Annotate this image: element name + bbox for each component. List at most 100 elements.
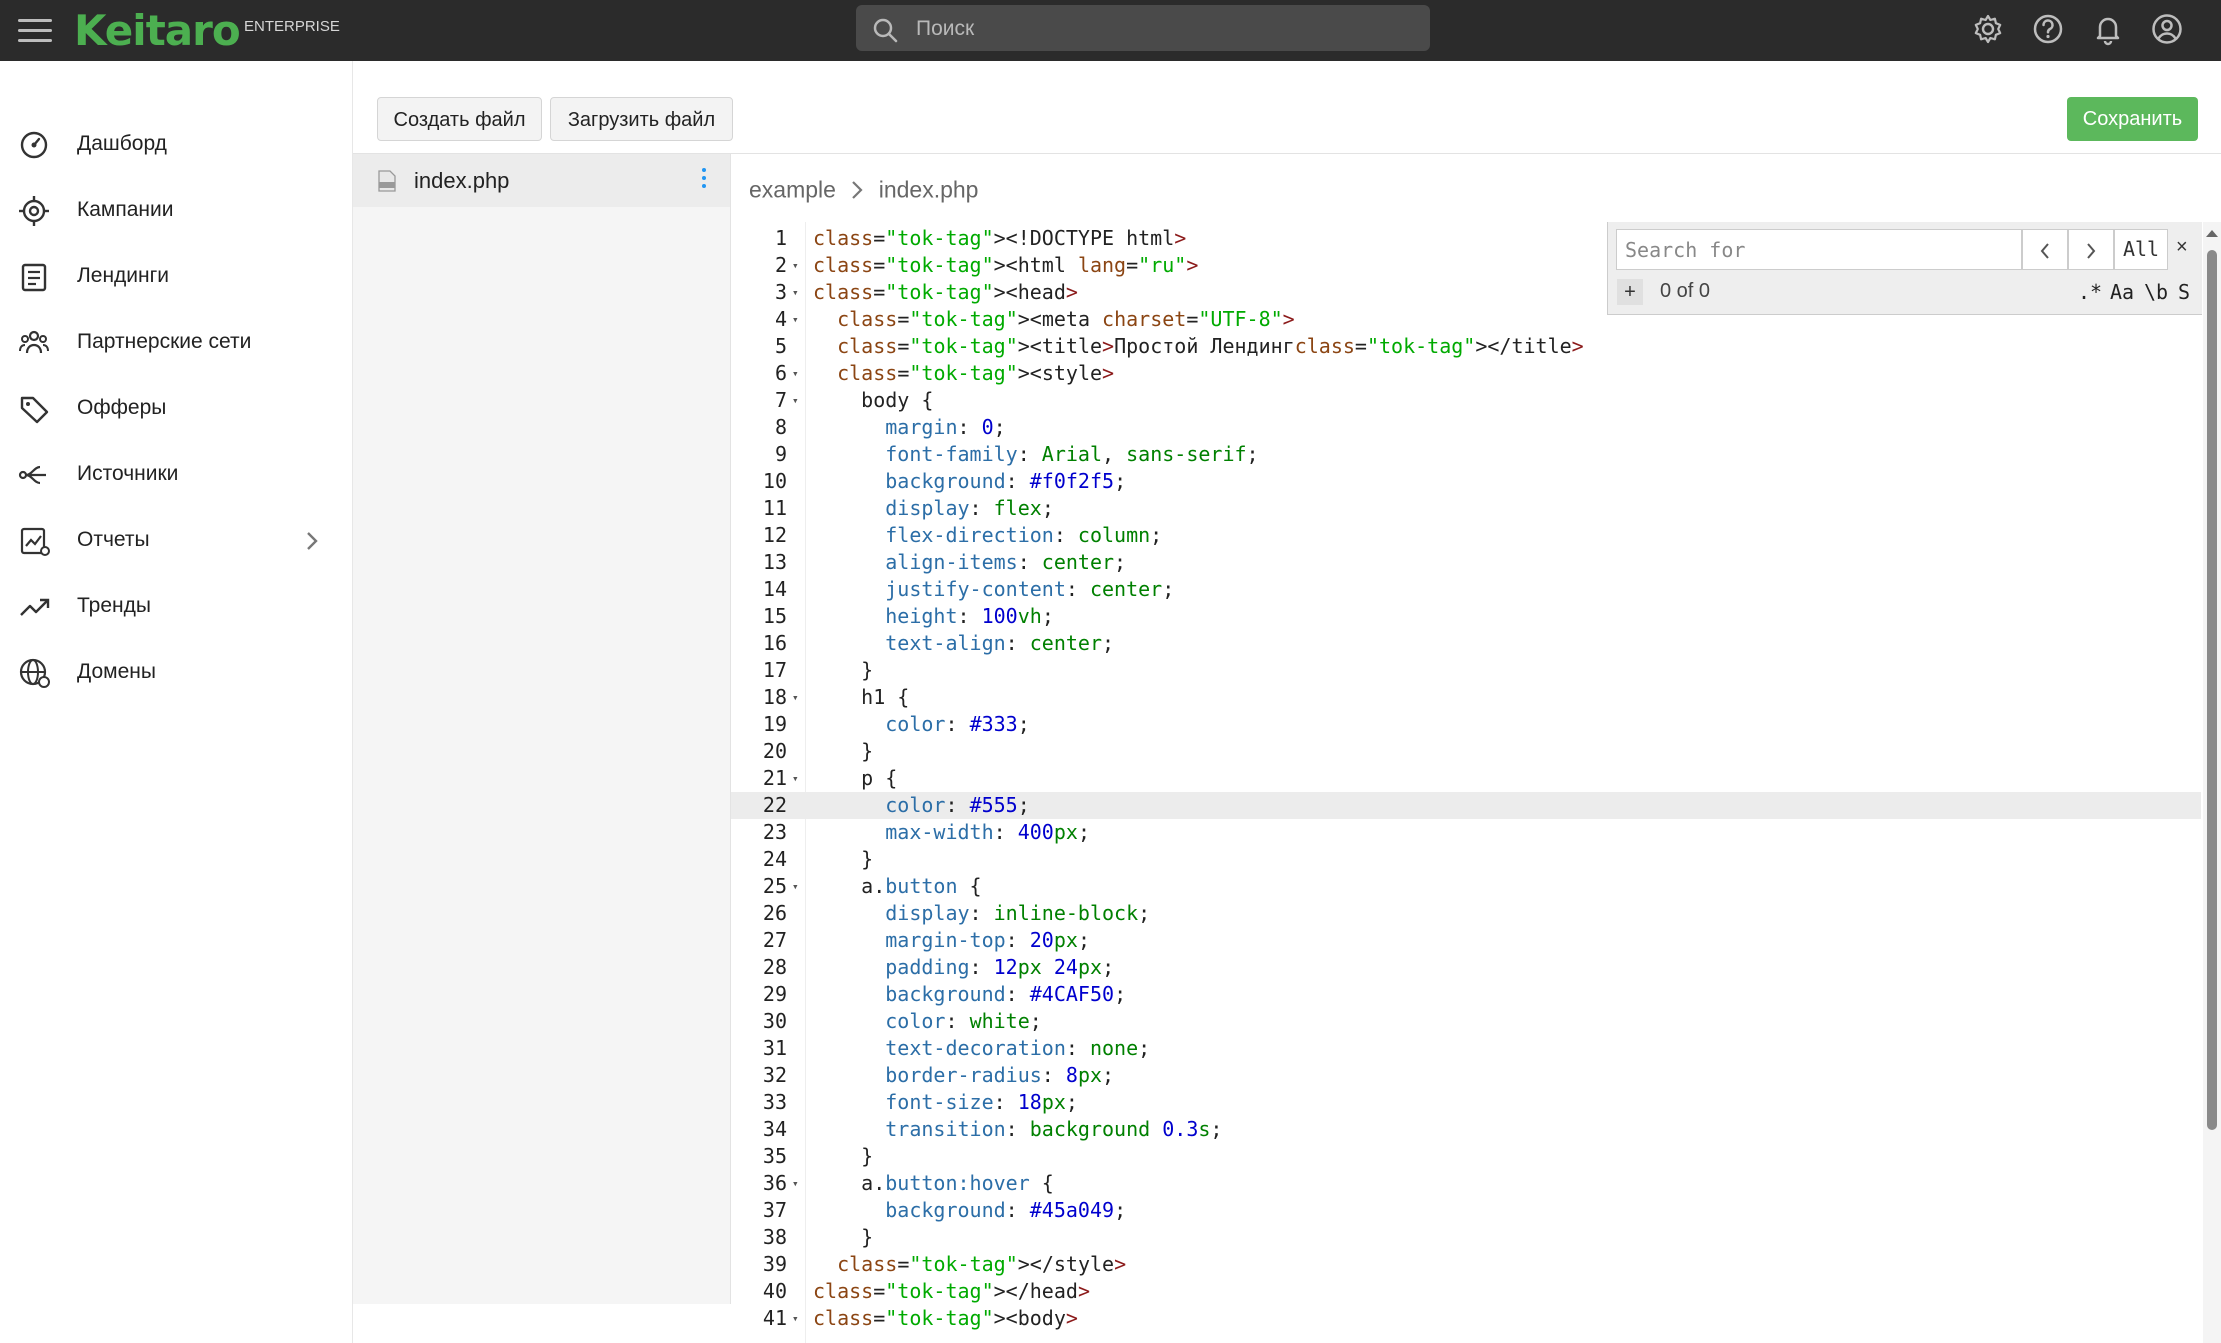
code-text: border-radius: 8px; — [885, 1063, 1115, 1087]
source-icon — [18, 465, 46, 485]
sidebar-item-trends[interactable]: Тренды — [0, 577, 352, 637]
fold-arrow-icon[interactable]: ▾ — [792, 360, 799, 387]
editor-scrollbar[interactable] — [2203, 222, 2221, 1343]
code-line[interactable]: 24 } — [731, 846, 2201, 873]
fold-arrow-icon[interactable]: ▾ — [792, 252, 799, 279]
sidebar-item-reports[interactable]: Отчеты — [0, 511, 352, 571]
code-line[interactable]: 31 text-decoration: none; — [731, 1035, 2201, 1062]
line-number: 19 — [762, 712, 787, 736]
sidebar-item-partner-networks[interactable]: Партнерские сети — [0, 313, 352, 373]
code-line[interactable]: 37 background: #45a049; — [731, 1197, 2201, 1224]
file-item[interactable]: index.php — [353, 154, 730, 207]
code-line[interactable]: 28 padding: 12px 24px; — [731, 954, 2201, 981]
fold-arrow-icon[interactable]: ▾ — [792, 387, 799, 414]
more-vert-icon[interactable] — [699, 168, 709, 192]
global-search-input[interactable]: Поиск — [856, 5, 1430, 51]
settings-icon[interactable] — [1971, 12, 2005, 46]
code-line[interactable]: 27 margin-top: 20px; — [731, 927, 2201, 954]
fold-arrow-icon[interactable]: ▾ — [792, 873, 799, 900]
scroll-up-arrow[interactable] — [2206, 230, 2218, 237]
fold-arrow-icon[interactable]: ▾ — [792, 306, 799, 333]
code-line[interactable]: 41 ▾ class="tok-tag"><body> — [731, 1305, 2201, 1332]
code-line[interactable]: 9 font-family: Arial, sans-serif; — [731, 441, 2201, 468]
line-number: 24 — [762, 847, 787, 871]
code-line[interactable]: 8 margin: 0; — [731, 414, 2201, 441]
code-line[interactable]: 36 ▾ a.button:hover { — [731, 1170, 2201, 1197]
sidebar-item-domains[interactable]: Домены — [0, 643, 352, 703]
replace-toggle-button[interactable]: + — [1617, 279, 1643, 305]
target-icon — [19, 196, 49, 226]
find-prev-button[interactable] — [2022, 229, 2068, 270]
find-next-button[interactable] — [2068, 229, 2114, 270]
code-line[interactable]: 19 color: #333; — [731, 711, 2201, 738]
case-sensitive-toggle[interactable]: Aa — [2110, 280, 2134, 304]
help-icon[interactable] — [2031, 12, 2065, 46]
code-text: } — [813, 739, 874, 763]
whole-word-toggle[interactable]: \b — [2144, 280, 2168, 304]
code-line[interactable]: 39 class="tok-tag"></style> — [731, 1251, 2201, 1278]
fold-arrow-icon[interactable]: ▾ — [792, 1305, 799, 1332]
code-text: a.button { — [813, 874, 982, 898]
code-line[interactable]: 14 justify-content: center; — [731, 576, 2201, 603]
code-editor[interactable]: 1 class="tok-tag"><!DOCTYPE html> 2 ▾ class=… — [731, 222, 2201, 1343]
code-line[interactable]: 6 ▾ class="tok-tag"><style> — [731, 360, 2201, 387]
code-line[interactable]: 22 color: #555; — [731, 792, 2201, 819]
sidebar-item-sources[interactable]: Источники — [0, 445, 352, 505]
code-line[interactable]: 25 ▾ a.button { — [731, 873, 2201, 900]
upload-file-button[interactable]: Загрузить файл — [550, 97, 733, 141]
scroll-thumb[interactable] — [2207, 250, 2217, 1130]
code-line[interactable]: 40 class="tok-tag"></head> — [731, 1278, 2201, 1305]
code-line[interactable]: 34 transition: background 0.3s; — [731, 1116, 2201, 1143]
find-input[interactable]: Search for — [1616, 229, 2022, 270]
line-number: 26 — [762, 901, 787, 925]
code-line[interactable]: 11 display: flex; — [731, 495, 2201, 522]
code-line[interactable]: 35 } — [731, 1143, 2201, 1170]
code-line[interactable]: 26 display: inline-block; — [731, 900, 2201, 927]
search-in-selection-toggle[interactable]: S — [2178, 280, 2190, 304]
code-line[interactable]: 5 class="tok-tag"><title>Простой Лендинг… — [731, 333, 2201, 360]
fold-arrow-icon[interactable]: ▾ — [792, 765, 799, 792]
breadcrumb-folder[interactable]: example — [749, 176, 836, 202]
line-number: 18 — [762, 685, 787, 709]
create-file-button[interactable]: Создать файл — [377, 97, 542, 141]
code-line[interactable]: 38 } — [731, 1224, 2201, 1251]
code-line[interactable]: 13 align-items: center; — [731, 549, 2201, 576]
code-line[interactable]: 32 border-radius: 8px; — [731, 1062, 2201, 1089]
code-line[interactable]: 30 color: white; — [731, 1008, 2201, 1035]
document-icon — [21, 263, 47, 292]
sidebar-item-label: Домены — [77, 660, 156, 683]
line-number: 38 — [762, 1225, 787, 1249]
code-line[interactable]: 18 ▾ h1 { — [731, 684, 2201, 711]
logo[interactable]: Keitaro — [74, 6, 241, 55]
sidebar-item-campaigns[interactable]: Кампании — [0, 181, 352, 241]
close-icon[interactable]: × — [2176, 236, 2188, 259]
code-line[interactable]: 23 max-width: 400px; — [731, 819, 2201, 846]
regex-toggle[interactable]: .* — [2078, 280, 2102, 304]
fold-arrow-icon[interactable]: ▾ — [792, 1170, 799, 1197]
code-line[interactable]: 10 background: #f0f2f5; — [731, 468, 2201, 495]
code-line[interactable]: 33 font-size: 18px; — [731, 1089, 2201, 1116]
fold-arrow-icon[interactable]: ▾ — [792, 279, 799, 306]
find-all-button[interactable]: All — [2114, 229, 2168, 270]
bell-icon[interactable] — [2091, 12, 2125, 46]
code-text: background: #4CAF50; — [885, 982, 1127, 1006]
fold-arrow-icon[interactable]: ▾ — [792, 684, 799, 711]
code-line[interactable]: 16 text-align: center; — [731, 630, 2201, 657]
code-line[interactable]: 20 } — [731, 738, 2201, 765]
code-line[interactable]: 17 } — [731, 657, 2201, 684]
sidebar-item-landings[interactable]: Лендинги — [0, 247, 352, 307]
sidebar-item-offers[interactable]: Офферы — [0, 379, 352, 439]
menu-icon[interactable] — [18, 16, 52, 44]
code-text: color: #555; — [885, 793, 1030, 817]
save-button[interactable]: Сохранить — [2067, 97, 2198, 141]
code-line[interactable]: 29 background: #4CAF50; — [731, 981, 2201, 1008]
account-icon[interactable] — [2150, 12, 2184, 46]
top-bar: Keitaro ENTERPRISE Поиск — [0, 0, 2221, 61]
code-text: } — [813, 1144, 874, 1168]
sidebar-item-dashboard[interactable]: Дашборд — [0, 115, 352, 175]
chevron-right-icon[interactable] — [302, 529, 322, 553]
code-line[interactable]: 12 flex-direction: column; — [731, 522, 2201, 549]
code-line[interactable]: 21 ▾ p { — [731, 765, 2201, 792]
code-line[interactable]: 7 ▾ body { — [731, 387, 2201, 414]
code-line[interactable]: 15 height: 100vh; — [731, 603, 2201, 630]
